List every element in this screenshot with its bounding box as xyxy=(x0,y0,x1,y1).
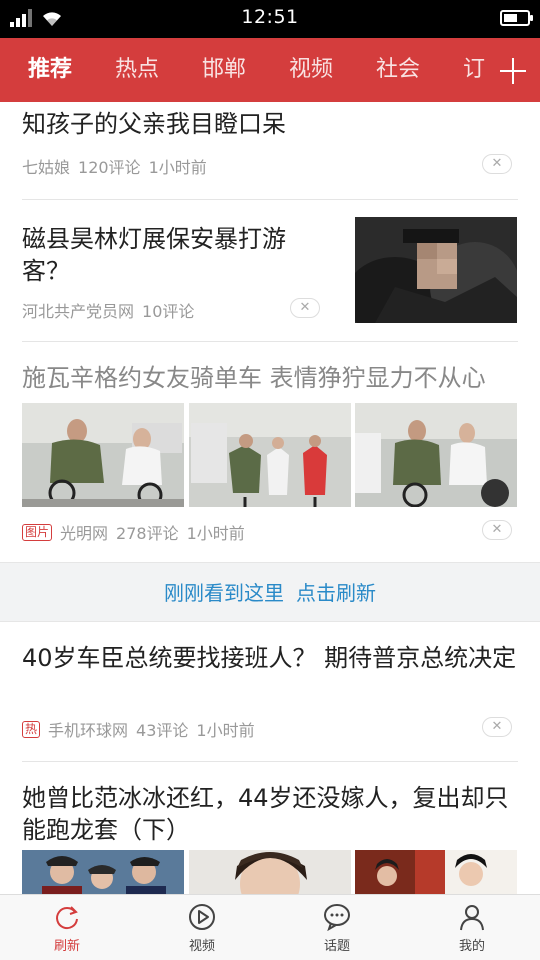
tab-subscribe[interactable]: 订 xyxy=(463,38,485,102)
news-comments: 120评论 xyxy=(78,158,141,177)
tab-society[interactable]: 社会 xyxy=(376,38,420,102)
news-source: 河北共产党员网 xyxy=(22,302,135,321)
news-feed[interactable]: 知孩子的父亲我目瞪口呆 七姑娘 120评论 1小时前 ✕ 磁县昊林灯展保安暴打游… xyxy=(0,102,540,894)
news-item[interactable]: 施瓦辛格约女友骑单车 表情狰狞显力不从心 图片 光明网 278评论 1小时前 ✕ xyxy=(0,342,540,562)
news-meta: 七姑娘 120评论 1小时前 xyxy=(22,154,215,178)
plus-icon xyxy=(500,58,526,84)
nav-topics[interactable]: 话题 xyxy=(297,895,377,960)
news-item[interactable]: 她曾比范冰冰还红，44岁还没嫁人，复出却只能跑龙套（下） xyxy=(0,762,540,894)
nav-video-label: 视频 xyxy=(188,939,215,954)
dismiss-button[interactable]: ✕ xyxy=(482,717,512,737)
news-photo[interactable] xyxy=(189,403,351,507)
news-meta: 图片 光明网 278评论 1小时前 xyxy=(22,520,253,544)
news-source: 手机环球网 xyxy=(48,721,129,740)
hot-badge: 热 xyxy=(22,720,41,738)
news-tag: 图片 xyxy=(22,523,53,541)
chat-icon xyxy=(324,904,350,931)
dismiss-button[interactable]: ✕ xyxy=(482,154,512,174)
news-title: 知孩子的父亲我目瞪口呆 xyxy=(22,110,286,138)
tab-video[interactable]: 视频 xyxy=(289,38,333,102)
refresh-prompt[interactable]: 刚刚看到这里 点击刷新 xyxy=(0,562,540,622)
user-icon xyxy=(460,905,484,931)
news-comments: 43评论 xyxy=(136,721,189,740)
status-time: 12:51 xyxy=(241,6,299,28)
news-meta: 热 手机环球网 43评论 1小时前 xyxy=(22,717,263,741)
nav-refresh[interactable]: 刷新 xyxy=(27,895,107,960)
bottom-nav: 刷新 视频 话题 我的 xyxy=(0,894,540,960)
news-item[interactable]: 知孩子的父亲我目瞪口呆 七姑娘 120评论 1小时前 ✕ xyxy=(0,102,540,200)
nav-refresh-label: 刷新 xyxy=(53,939,80,954)
dismiss-button[interactable]: ✕ xyxy=(290,298,320,318)
nav-topics-label: 话题 xyxy=(323,939,350,954)
play-icon xyxy=(189,904,215,930)
news-meta: 河北共产党员网 10评论 xyxy=(22,298,202,322)
add-channel-button[interactable] xyxy=(486,38,540,102)
click-refresh-link[interactable]: 点击刷新 xyxy=(296,581,376,605)
nav-video[interactable]: 视频 xyxy=(162,895,242,960)
seen-here-text: 刚刚看到这里 xyxy=(164,581,284,605)
news-item[interactable]: 40岁车臣总统要找接班人？ 期待普京总统决定 热 手机环球网 43评论 1小时前… xyxy=(0,622,540,762)
refresh-icon xyxy=(56,906,78,930)
nav-profile-label: 我的 xyxy=(458,939,485,954)
tab-hot[interactable]: 热点 xyxy=(115,38,159,102)
tab-recommend[interactable]: 推荐 xyxy=(28,38,72,102)
tab-handan[interactable]: 邯郸 xyxy=(202,38,246,102)
news-thumbnail[interactable] xyxy=(355,217,517,323)
news-comments: 278评论 xyxy=(116,524,179,543)
news-photo[interactable] xyxy=(189,850,351,894)
news-time: 1小时前 xyxy=(196,721,255,740)
news-comments: 10评论 xyxy=(142,302,195,321)
news-photo[interactable] xyxy=(355,403,517,507)
news-photo[interactable] xyxy=(22,403,184,507)
news-title: 她曾比范冰冰还红，44岁还没嫁人，复出却只能跑龙套（下） xyxy=(22,784,509,844)
news-title: 40岁车臣总统要找接班人？ 期待普京总统决定 xyxy=(22,644,517,672)
channel-bar: 推荐 热点 邯郸 视频 社会 订 xyxy=(0,38,540,102)
news-time: 1小时前 xyxy=(186,524,245,543)
news-title: 施瓦辛格约女友骑单车 表情狰狞显力不从心 xyxy=(22,364,486,392)
news-source: 七姑娘 xyxy=(22,158,71,177)
status-bar: 12:51 xyxy=(0,0,540,38)
news-photo[interactable] xyxy=(355,850,517,894)
dismiss-button[interactable]: ✕ xyxy=(482,520,512,540)
news-title: 磁县昊林灯展保安暴打游客？ xyxy=(22,225,286,285)
news-time: 1小时前 xyxy=(148,158,207,177)
nav-profile[interactable]: 我的 xyxy=(432,895,512,960)
news-item[interactable]: 磁县昊林灯展保安暴打游客？ 河北共产党员网 10评论 ✕ xyxy=(0,200,540,342)
news-photo[interactable] xyxy=(22,850,184,894)
news-source: 光明网 xyxy=(60,524,109,543)
battery-icon xyxy=(500,10,533,26)
